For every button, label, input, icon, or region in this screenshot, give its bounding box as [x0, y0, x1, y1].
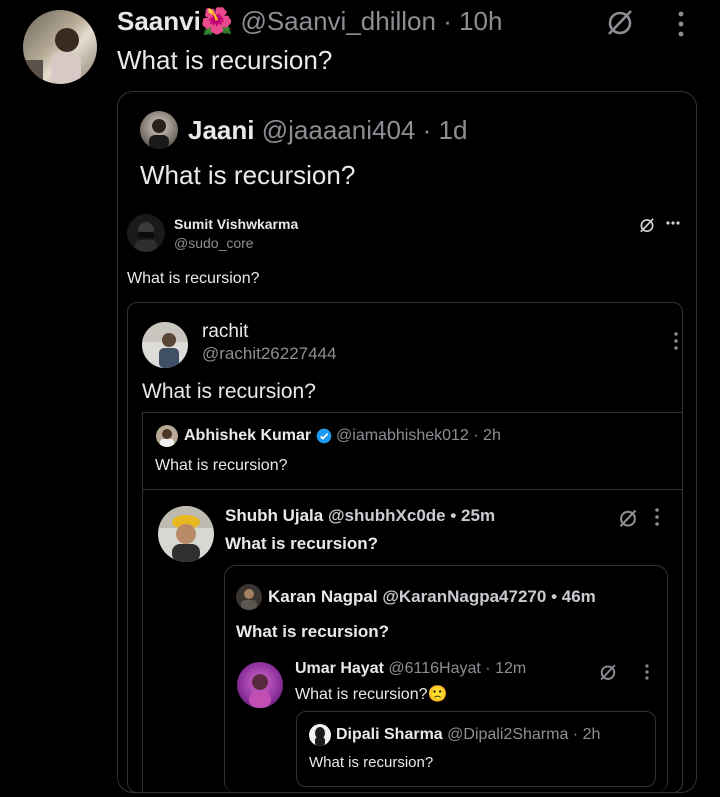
tweet-text: What is recursion? [309, 754, 434, 771]
tweet-text: What is recursion? [225, 534, 379, 553]
author-handle[interactable]: @shubhXc0de [328, 506, 446, 525]
avatar-photo [23, 28, 81, 84]
tweet-text-container: What is recursion?🙁 [295, 684, 447, 704]
avatar [142, 322, 188, 368]
tweet-time[interactable]: • 25m [450, 506, 495, 525]
grok-icon[interactable] [598, 662, 618, 682]
avatar [158, 506, 214, 562]
verified-badge-icon [316, 428, 331, 444]
author-name[interactable]: Saanvi [117, 6, 201, 36]
author-handle[interactable]: @sudo_core [174, 235, 254, 251]
tweet-text: What is recursion? [142, 380, 316, 403]
author-name[interactable]: Karan Nagpal [268, 587, 378, 606]
flower-emoji: 🌺 [200, 6, 234, 36]
tweet-header: Saanvi🌺 @Saanvi_dhillon · 10h [117, 6, 502, 37]
tweet-header: Karan Nagpal @KaranNagpa47270 • 46m [268, 587, 596, 607]
tweet-time[interactable]: · 12m [485, 660, 526, 677]
avatar [237, 662, 283, 708]
author-handle[interactable]: @6116Hayat [388, 660, 480, 677]
more-icon[interactable] [665, 219, 681, 227]
tweet-header: Shubh Ujala @shubhXc0de • 25m [225, 506, 495, 526]
author-handle[interactable]: @jaaaani404 [262, 115, 416, 145]
avatar [156, 425, 178, 447]
avatar [127, 214, 165, 252]
author-handle[interactable]: @Dipali2Sharma [447, 726, 568, 743]
tweet-header: Umar Hayat @6116Hayat · 12m [295, 660, 526, 678]
quoted-tweet-card[interactable] [296, 711, 656, 787]
tweet-time[interactable]: · 10h [443, 6, 502, 36]
author-handle[interactable]: @rachit26227444 [202, 344, 336, 364]
tweet-text: What is recursion? [295, 686, 428, 703]
more-icon[interactable] [672, 331, 680, 351]
author-name[interactable]: Abhishek Kumar [184, 427, 311, 444]
tweet-header: Abhishek Kumar @iamabhishek012 · 2h [184, 427, 501, 445]
author-name[interactable]: Dipali Sharma [336, 726, 443, 743]
tweet-time[interactable]: • 46m [551, 587, 596, 606]
author-handle[interactable]: @Saanvi_dhillon [240, 6, 436, 36]
grok-icon[interactable] [617, 507, 639, 529]
tweet-header: Dipali Sharma @Dipali2Sharma · 2h [336, 726, 600, 744]
tweet-time[interactable]: · 2h [573, 726, 601, 743]
avatar-photo [160, 429, 174, 447]
avatar[interactable] [23, 10, 97, 84]
avatar-photo [135, 222, 157, 252]
avatar-photo [149, 119, 169, 149]
avatar [236, 584, 262, 610]
author-name[interactable]: Sumit Vishwkarma [174, 216, 298, 232]
tweet-time[interactable]: · 2h [473, 427, 501, 444]
grok-icon[interactable] [638, 216, 656, 234]
author-name[interactable]: rachit [202, 321, 248, 343]
tweet-text: What is recursion? [127, 270, 260, 287]
tweet-text: What is recursion? [155, 457, 288, 474]
avatar-photo [249, 674, 271, 708]
sad-face-emoji: 🙁 [427, 686, 448, 703]
author-handle[interactable]: @iamabhishek012 [336, 427, 469, 444]
tweet-text: What is recursion? [236, 622, 390, 641]
tweet-time[interactable]: · 1d [423, 115, 468, 145]
avatar [140, 111, 178, 149]
more-icon[interactable] [653, 507, 661, 527]
avatar [309, 724, 331, 746]
grok-icon[interactable] [604, 6, 636, 38]
author-name[interactable]: Shubh Ujala [225, 506, 323, 525]
avatar-photo [142, 322, 188, 368]
tweet-text: What is recursion? [117, 45, 333, 75]
more-icon[interactable] [643, 663, 651, 681]
author-name[interactable]: Umar Hayat [295, 660, 384, 677]
tweet-text: What is recursion? [140, 160, 356, 190]
tweet-header: Jaani @jaaaani404 · 1d [188, 115, 467, 146]
author-name[interactable]: Jaani [188, 115, 255, 145]
divider [142, 489, 683, 490]
avatar-photo [315, 727, 325, 746]
avatar-photo [241, 589, 257, 610]
author-handle[interactable]: @KaranNagpa47270 [382, 587, 546, 606]
avatar-photo [158, 506, 214, 562]
more-icon[interactable] [676, 10, 686, 38]
